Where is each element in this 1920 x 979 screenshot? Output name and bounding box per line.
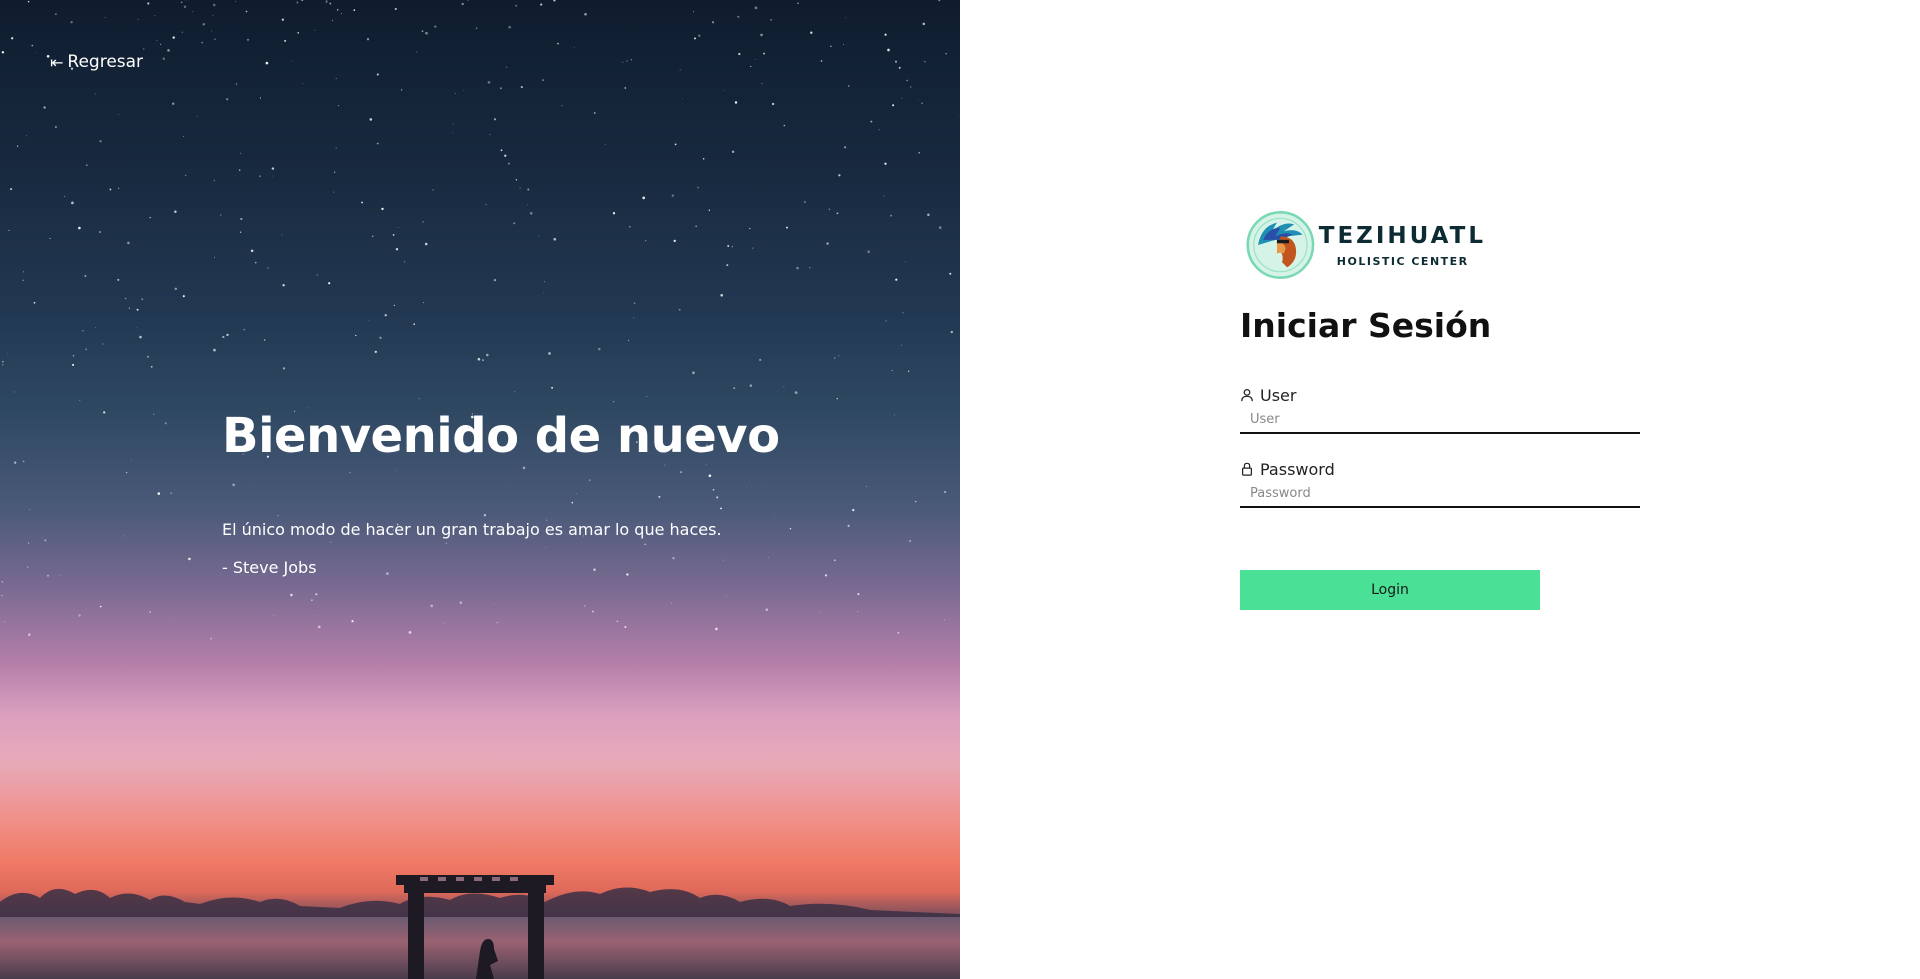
- starry-sky-background: [1, 0, 959, 640]
- back-link[interactable]: ⇤ Regresar: [50, 52, 143, 72]
- quote-author: - Steve Jobs: [222, 558, 317, 577]
- user-field: User: [1240, 384, 1640, 434]
- login-heading: Iniciar Sesión: [1240, 306, 1492, 345]
- lock-icon: [1242, 462, 1252, 476]
- login-button[interactable]: Login: [1240, 570, 1540, 610]
- password-field: Password: [1240, 458, 1640, 508]
- user-icon: [1241, 388, 1253, 402]
- password-input[interactable]: [1240, 480, 1640, 508]
- pier-silhouette: [396, 875, 554, 979]
- user-label: User: [1260, 385, 1297, 405]
- user-label-row: User: [1240, 384, 1640, 406]
- quote-text: El único modo de hacer un gran trabajo e…: [222, 520, 722, 539]
- arrow-left-to-bar-icon: ⇤: [50, 52, 64, 72]
- hero-panel: ⇤ Regresar Bienvenido de nuevo El único …: [0, 0, 960, 979]
- password-label-row: Password: [1240, 458, 1640, 480]
- welcome-heading: Bienvenido de nuevo: [222, 408, 780, 464]
- back-link-label: Regresar: [67, 52, 144, 72]
- brand-name: TEZIHUATL: [1318, 222, 1486, 249]
- brand-subtitle: HOLISTIC CENTER: [1336, 254, 1469, 268]
- warrior-head-logo-icon: [1246, 211, 1315, 279]
- password-label: Password: [1260, 459, 1335, 479]
- brand-logo: TEZIHUATL HOLISTIC CENTER: [1246, 205, 1486, 285]
- user-input[interactable]: [1240, 406, 1640, 434]
